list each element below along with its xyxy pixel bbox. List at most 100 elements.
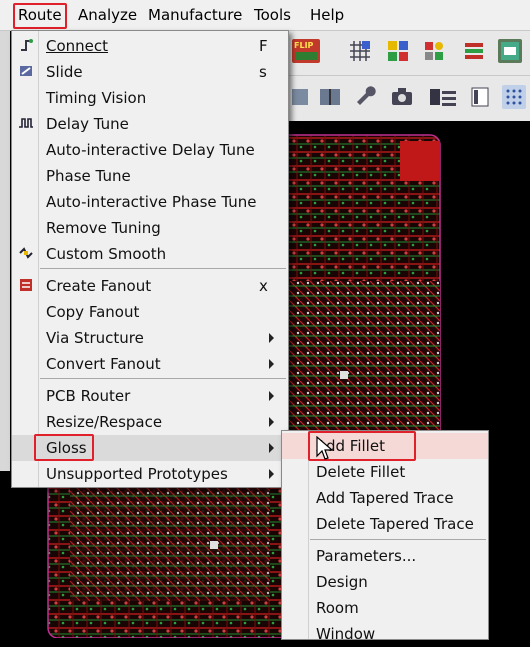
submenu-arrow-icon — [269, 443, 274, 453]
menu-item-label: Remove Tuning — [46, 219, 161, 237]
menu-item-resize-respace[interactable]: Resize/Respace — [12, 409, 288, 435]
camera-icon[interactable] — [390, 85, 414, 109]
grid-svg-icon — [350, 41, 370, 61]
menu-item-delete-tapered-trace[interactable]: Delete Tapered Trace — [282, 511, 488, 537]
menu-item-label: Auto-interactive Delay Tune — [46, 141, 255, 159]
gloss-highlight-box — [34, 434, 94, 461]
menu-item-label: Room — [316, 599, 359, 617]
menu-tools[interactable]: Tools — [254, 6, 291, 24]
menu-item-label: Unsupported Prototypes — [46, 465, 228, 483]
toolbar-divider — [288, 75, 530, 76]
create-fanout-icon — [18, 277, 34, 293]
menu-item-create-fanout[interactable]: Create Fanout x — [12, 273, 288, 299]
menu-item-pcb-router[interactable]: PCB Router — [12, 383, 288, 409]
menu-item-label: Timing Vision — [46, 89, 147, 107]
color-palette-icon[interactable] — [386, 39, 410, 63]
menu-item-unsupported-prototypes[interactable]: Unsupported Prototypes — [12, 461, 288, 487]
menu-item-connect[interactable]: Connect F — [12, 33, 288, 59]
visibility-svg-icon — [425, 42, 443, 60]
menu-item-label: Design — [316, 573, 368, 591]
menu-item-label: Add Tapered Trace — [316, 489, 454, 507]
menu-analyze[interactable]: Analyze — [78, 6, 137, 24]
submenu-arrow-icon — [269, 469, 274, 479]
menu-item-label: Phase Tune — [46, 167, 131, 185]
menu-item-delay-tune[interactable]: Delay Tune — [12, 111, 288, 137]
menu-item-slide[interactable]: Slide s — [12, 59, 288, 85]
layers-icon[interactable] — [462, 39, 486, 63]
menu-item-room[interactable]: Room — [282, 595, 488, 621]
shortcut-label: s — [259, 63, 267, 81]
dots-grid-svg-icon — [506, 89, 522, 105]
menu-item-auto-interactive-phase-tune[interactable]: Auto-interactive Phase Tune — [12, 189, 288, 215]
menu-item-delete-fillet[interactable]: Delete Fillet — [282, 459, 488, 485]
menu-item-phase-tune[interactable]: Phase Tune — [12, 163, 288, 189]
delay-tune-icon — [18, 115, 34, 131]
menu-item-design[interactable]: Design — [282, 569, 488, 595]
visibility-icon[interactable] — [422, 39, 446, 63]
menu-item-copy-fanout[interactable]: Copy Fanout — [12, 299, 288, 325]
menu-manufacture[interactable]: Manufacture — [148, 6, 242, 24]
menu-separator — [40, 268, 286, 269]
menu-item-label: Delay Tune — [46, 115, 129, 133]
menu-item-label: Auto-interactive Phase Tune — [46, 193, 257, 211]
grid-icon[interactable] — [348, 39, 372, 63]
menu-item-label: Convert Fanout — [46, 355, 161, 373]
menu-item-timing-vision[interactable]: Timing Vision — [12, 85, 288, 111]
menu-help[interactable]: Help — [310, 6, 344, 24]
menu-item-label: Create Fanout — [46, 277, 152, 295]
menu-item-label: Delete Tapered Trace — [316, 515, 474, 533]
flip-button[interactable]: FLIP — [292, 39, 320, 63]
connect-icon — [18, 37, 34, 53]
menu-item-label: Parameters... — [316, 547, 417, 565]
db-icon[interactable] — [288, 85, 312, 109]
layers-svg-icon — [465, 43, 483, 59]
menu-item-custom-smooth[interactable]: Custom Smooth — [12, 241, 288, 267]
book-svg-icon — [320, 89, 340, 105]
component-list-icon[interactable] — [428, 79, 458, 111]
camera-svg-icon — [392, 88, 412, 105]
cm-svg-icon — [501, 42, 519, 60]
submenu-arrow-icon — [269, 391, 274, 401]
gloss-submenu: Add Fillet Delete Fillet Add Tapered Tra… — [281, 430, 489, 643]
menu-item-label: PCB Router — [46, 387, 131, 405]
cm-icon[interactable] — [498, 39, 522, 63]
menu-item-label: Custom Smooth — [46, 245, 167, 263]
route-highlight-box — [13, 3, 67, 29]
menu-item-label: Connect — [46, 37, 109, 55]
menu-item-label: Via Structure — [46, 329, 144, 347]
menu-separator — [40, 378, 286, 379]
submenu-arrow-icon — [269, 417, 274, 427]
submenu-arrow-icon — [269, 333, 274, 343]
menu-item-convert-fanout[interactable]: Convert Fanout — [12, 351, 288, 377]
menu-separator — [310, 539, 486, 540]
db-svg-icon — [292, 89, 308, 105]
dots-grid-icon[interactable] — [502, 85, 526, 109]
toolbar: FLIP — [288, 31, 530, 121]
menu-item-window[interactable]: Window — [282, 621, 488, 647]
slide-icon — [18, 63, 34, 79]
menu-item-auto-interactive-delay-tune[interactable]: Auto-interactive Delay Tune — [12, 137, 288, 163]
menu-item-label: Resize/Respace — [46, 413, 163, 431]
wrench-icon[interactable] — [354, 85, 378, 109]
menu-item-label: Copy Fanout — [46, 303, 140, 321]
book-icon[interactable] — [318, 85, 342, 109]
palette-svg-icon — [388, 41, 408, 61]
panel-svg-icon — [471, 87, 489, 107]
menu-item-remove-tuning[interactable]: Remove Tuning — [12, 215, 288, 241]
mouse-pointer-icon — [316, 435, 334, 466]
component-list-svg-icon — [430, 89, 456, 106]
menu-item-add-tapered-trace[interactable]: Add Tapered Trace — [282, 485, 488, 511]
flip-icon — [295, 52, 317, 60]
menu-item-label: Slide — [46, 63, 83, 81]
submenu-arrow-icon — [269, 359, 274, 369]
panel-icon[interactable] — [468, 85, 492, 109]
menu-item-label: Window — [316, 625, 376, 643]
custom-smooth-icon — [18, 245, 34, 261]
left-toolbar — [0, 31, 10, 471]
wrench-svg-icon — [357, 86, 376, 105]
menu-item-via-structure[interactable]: Via Structure — [12, 325, 288, 351]
menu-item-parameters[interactable]: Parameters... — [282, 543, 488, 569]
shortcut-label: x — [259, 277, 268, 295]
menu-bar: Route Analyze Manufacture Tools Help — [0, 0, 530, 31]
flip-label: FLIP — [294, 41, 314, 50]
